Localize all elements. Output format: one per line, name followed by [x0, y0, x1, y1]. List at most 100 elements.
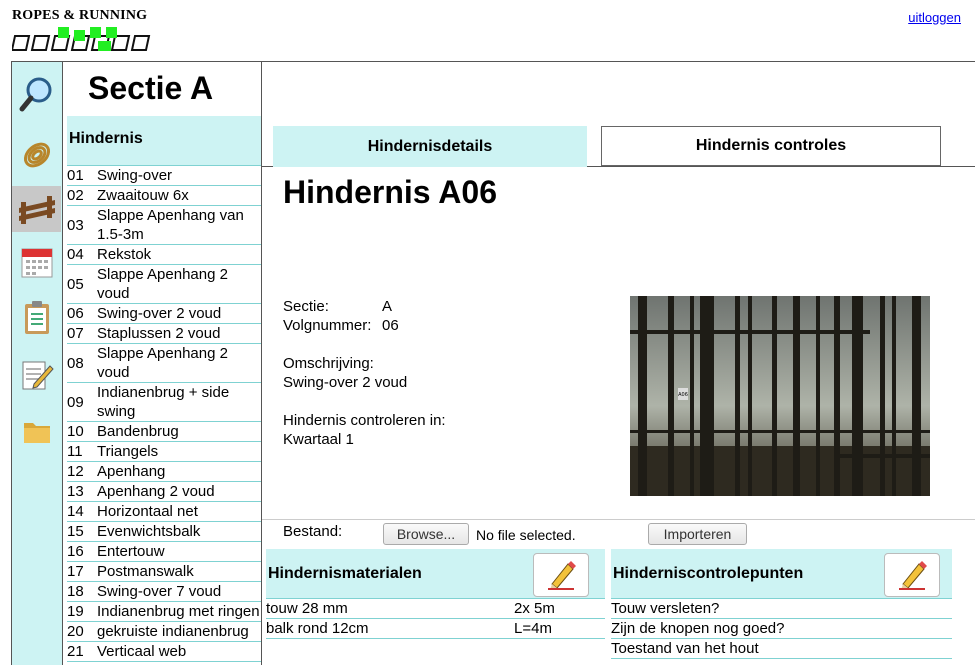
volgnummer-value: 06 [382, 317, 399, 334]
obstacle-list-item[interactable]: 03 Slappe Apenhang van 1.5-3m [67, 206, 261, 245]
logo: ROPES & RUNNING [10, 8, 162, 58]
obstacle-number: 09 [67, 393, 84, 411]
obstacle-list-header: Hindernis [67, 116, 261, 166]
obstacle-name: Postmanswalk [97, 563, 194, 580]
obstacle-name: Verticaal web [97, 643, 187, 660]
obstacle-name: Indianenbrug + side swing [97, 384, 230, 420]
obstacle-name: Slappe Apenhang 2 voud [97, 345, 228, 381]
browse-button[interactable]: Browse... [383, 523, 469, 545]
obstacle-name: Triangels [97, 443, 159, 460]
obstacle-number: 15 [67, 523, 84, 540]
sidebar-item-notes[interactable] [12, 352, 61, 398]
obstacle-number: 02 [67, 187, 84, 204]
logo-ropes-icon [10, 27, 151, 51]
obstacle-number: 03 [67, 216, 84, 234]
obstacle-name: Apenhang 2 voud [97, 483, 215, 500]
obstacle-list-item[interactable]: 21 Verticaal web [67, 642, 261, 662]
checkpoint-row: Touw versleten? [611, 599, 952, 619]
obstacle-name: Apenhang [97, 463, 166, 480]
obstacle-list-item[interactable]: 09 Indianenbrug + side swing [67, 383, 261, 422]
obstacle-name: Evenwichtsbalk [97, 523, 201, 540]
obstacle-number: 13 [67, 483, 84, 500]
magnifier-icon [19, 77, 51, 112]
checkpoints-header: Hinderniscontrolepunten [611, 549, 952, 599]
obstacle-list: 01 Swing-over 02 Zwaaitouw 6x 03 Slappe Apenh… [67, 166, 261, 662]
logo-text: ROPES & RUNNING [12, 8, 148, 23]
obstacle-number: 04 [67, 246, 84, 263]
obstacle-list-item[interactable]: 05 Slappe Apenhang 2 voud [67, 265, 261, 304]
file-status: No file selected. [476, 527, 576, 543]
obstacle-list-item[interactable]: 20 gekruiste indianenbrug [67, 622, 261, 642]
material-row: touw 28 mm 2x 5m [266, 599, 605, 619]
obstacle-list-item[interactable]: 12 Apenhang [67, 462, 261, 482]
obstacle-name: Swing-over 2 voud [97, 305, 222, 322]
checkpoint-name: Toestand van het hout [611, 640, 759, 657]
obstacle-list-item[interactable]: 10 Bandenbrug [67, 422, 261, 442]
volgnummer-label: Volgnummer: [283, 317, 372, 334]
calendar-icon [21, 248, 52, 278]
sidebar-item-ropes[interactable] [12, 132, 61, 178]
obstacle-list-item[interactable]: 16 Entertouw [67, 542, 261, 562]
rope-icon [23, 142, 50, 168]
sectie-value: A [382, 298, 393, 315]
sidebar-item-checklist[interactable] [12, 295, 61, 341]
obstacle-name: gekruiste indianenbrug [97, 623, 249, 640]
obstacle-number: 07 [67, 325, 84, 342]
edit-materials-button[interactable] [533, 553, 589, 597]
pencil-icon [548, 561, 576, 590]
obstacle-name: Horizontaal net [97, 503, 198, 520]
pencil-icon [899, 561, 927, 590]
clipboard-icon [24, 301, 49, 334]
obstacle-list-item[interactable]: 11 Triangels [67, 442, 261, 462]
edit-checkpoints-button[interactable] [884, 553, 940, 597]
obstacle-list-item[interactable]: 18 Swing-over 7 voud [67, 582, 261, 602]
sidebar-item-obstacles[interactable] [12, 186, 61, 232]
obstacle-photo: A06 [630, 296, 930, 496]
obstacle-list-item[interactable]: 02 Zwaaitouw 6x [67, 186, 261, 206]
obstacle-list-item[interactable]: 01 Swing-over [67, 166, 261, 186]
sidebar-item-search[interactable] [12, 72, 61, 118]
checkpoint-name: Zijn de knopen nog goed? [611, 620, 785, 637]
fence-icon [18, 196, 55, 224]
obstacle-number: 08 [67, 354, 84, 372]
sidebar-item-files[interactable] [12, 408, 61, 454]
material-qty: 2x 5m [514, 600, 555, 617]
obstacle-list-item[interactable]: 19 Indianenbrug met ringen [67, 602, 261, 622]
materials-header: Hindernismaterialen [266, 549, 605, 599]
import-button[interactable]: Importeren [648, 523, 747, 545]
tab-hindernisdetails[interactable]: Hindernisdetails [273, 126, 587, 167]
obstacle-list-item[interactable]: 15 Evenwichtsbalk [67, 522, 261, 542]
logout-link[interactable]: uitloggen [908, 10, 961, 25]
obstacle-number: 17 [67, 563, 84, 580]
obstacle-number: 05 [67, 275, 84, 293]
controleren-label: Hindernis controleren in: [283, 412, 446, 429]
obstacle-number: 18 [67, 583, 84, 600]
file-upload-row [262, 519, 975, 549]
obstacle-name: Entertouw [97, 543, 165, 560]
section-title: Sectie A [88, 70, 214, 106]
obstacle-list-item[interactable]: 17 Postmanswalk [67, 562, 261, 582]
obstacle-name: Swing-over [97, 167, 173, 184]
main-top-divider [262, 61, 975, 62]
obstacle-number: 11 [67, 443, 83, 460]
obstacle-list-item[interactable]: 07 Staplussen 2 voud [67, 324, 261, 344]
tab-hindernis-controles[interactable]: Hindernis controles [601, 126, 941, 166]
photo-tag-label: A06 [678, 392, 688, 398]
obstacle-list-item[interactable]: 13 Apenhang 2 voud [67, 482, 261, 502]
obstacle-list-item[interactable]: 14 Horizontaal net [67, 502, 261, 522]
obstacle-list-item[interactable]: 06 Swing-over 2 voud [67, 304, 261, 324]
sidebar-item-calendar[interactable] [12, 240, 61, 286]
folder-icon [23, 423, 50, 443]
obstacle-number: 19 [67, 603, 84, 620]
material-name: balk rond 12cm [266, 620, 369, 637]
obstacle-name: Swing-over 7 voud [97, 583, 222, 600]
obstacle-name: Staplussen 2 voud [97, 325, 221, 342]
obstacle-list-item[interactable]: 08 Slappe Apenhang 2 voud [67, 344, 261, 383]
checkpoint-name: Touw versleten? [611, 600, 720, 617]
material-row: balk rond 12cm L=4m [266, 619, 605, 639]
material-qty: L=4m [514, 620, 552, 637]
icon-sidebar [11, 61, 62, 665]
obstacle-list-item[interactable]: 04 Rekstok [67, 245, 261, 265]
checkpoint-row: Toestand van het hout [611, 639, 952, 659]
checkpoint-row: Zijn de knopen nog goed? [611, 619, 952, 639]
